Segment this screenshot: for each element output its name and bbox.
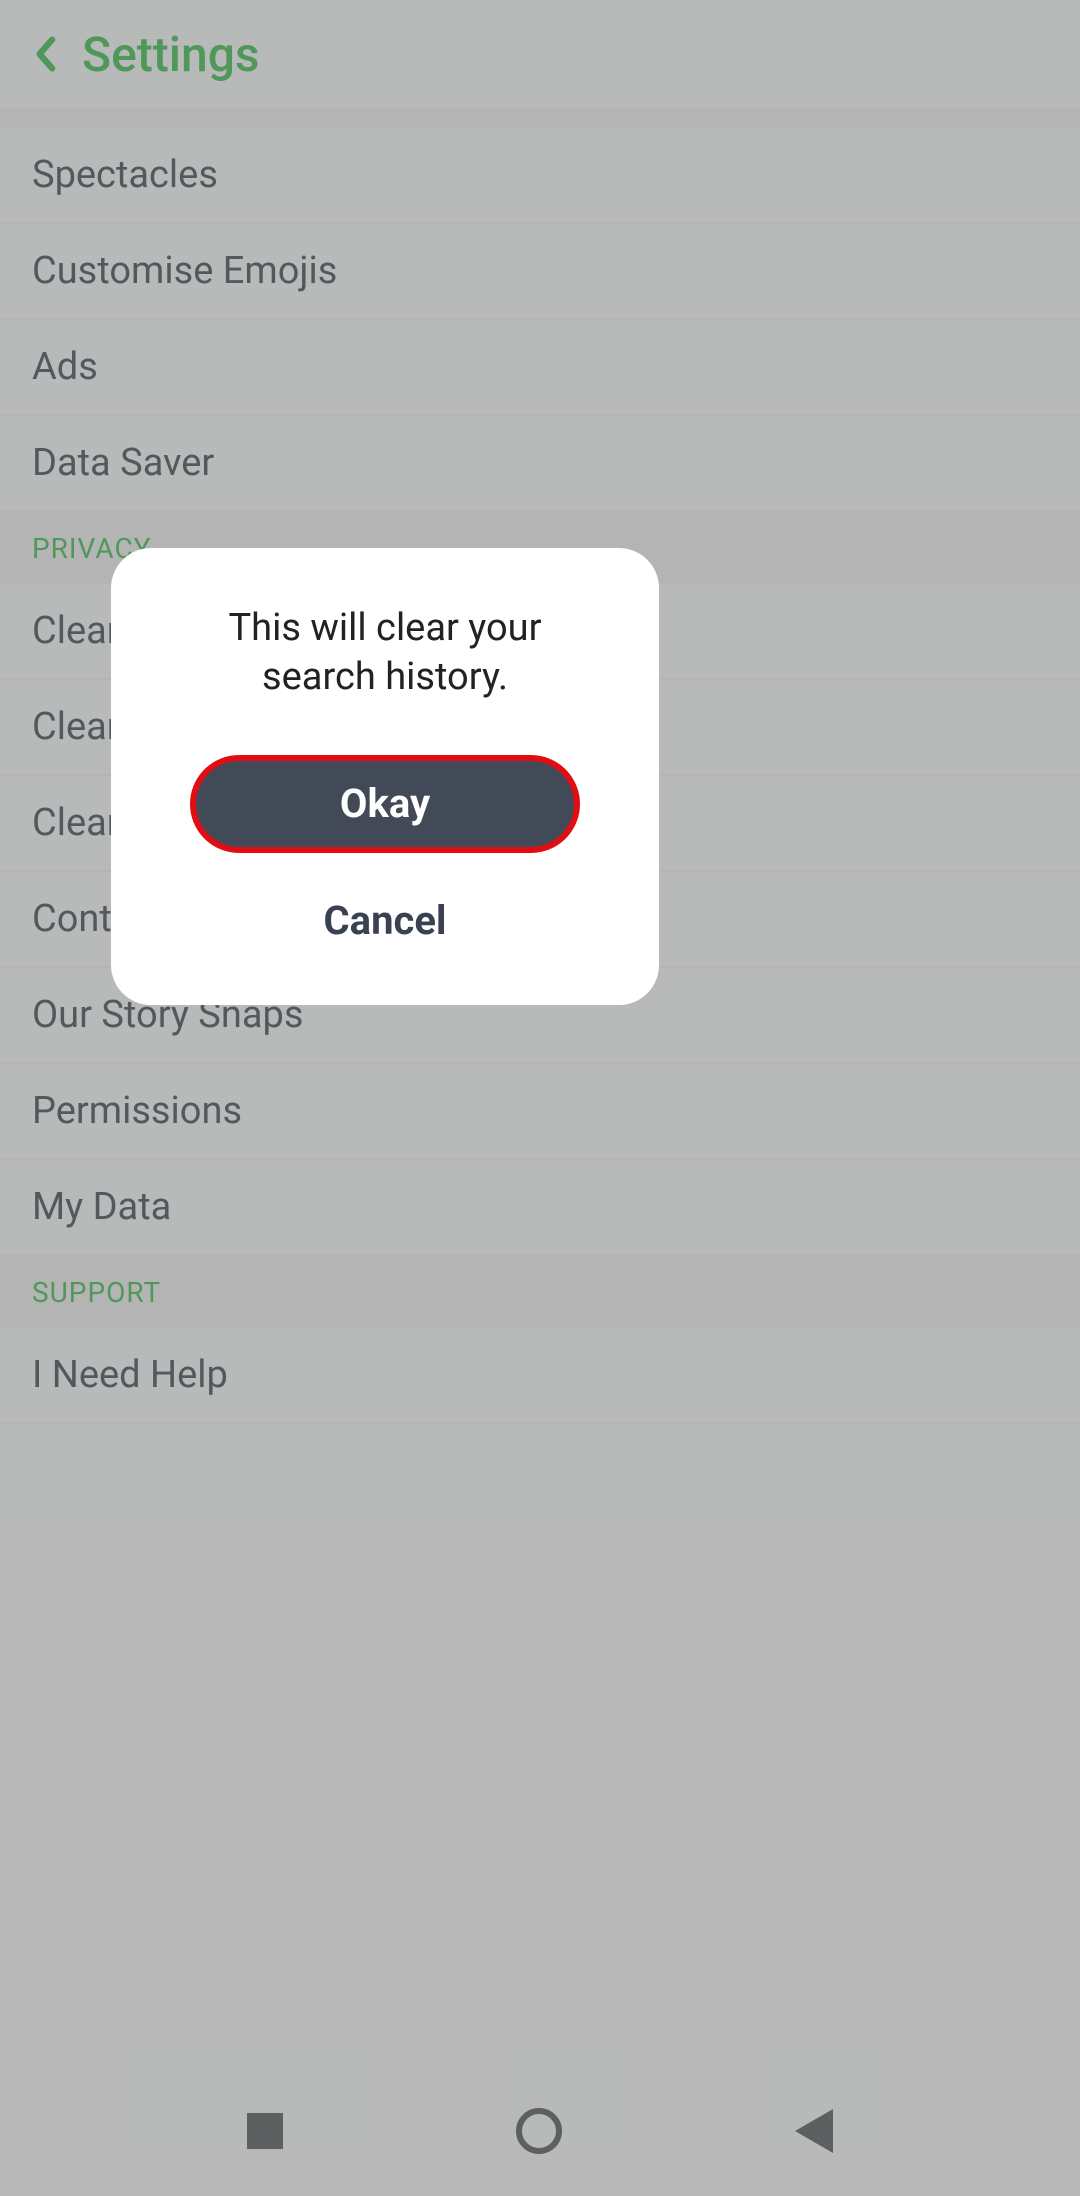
confirmation-modal: This will clear your search history. Oka…	[111, 548, 659, 1005]
android-nav-bar	[0, 2066, 1080, 2196]
home-button[interactable]	[516, 2108, 562, 2154]
recent-apps-button[interactable]	[247, 2113, 283, 2149]
back-nav-button[interactable]	[795, 2109, 833, 2153]
cancel-button-label: Cancel	[323, 897, 446, 944]
okay-button[interactable]: Okay	[190, 755, 580, 853]
cancel-button[interactable]: Cancel	[190, 881, 580, 961]
okay-button-label: Okay	[340, 780, 430, 827]
modal-message: This will clear your search history.	[171, 604, 599, 703]
modal-overlay: This will clear your search history. Oka…	[0, 0, 1080, 2196]
